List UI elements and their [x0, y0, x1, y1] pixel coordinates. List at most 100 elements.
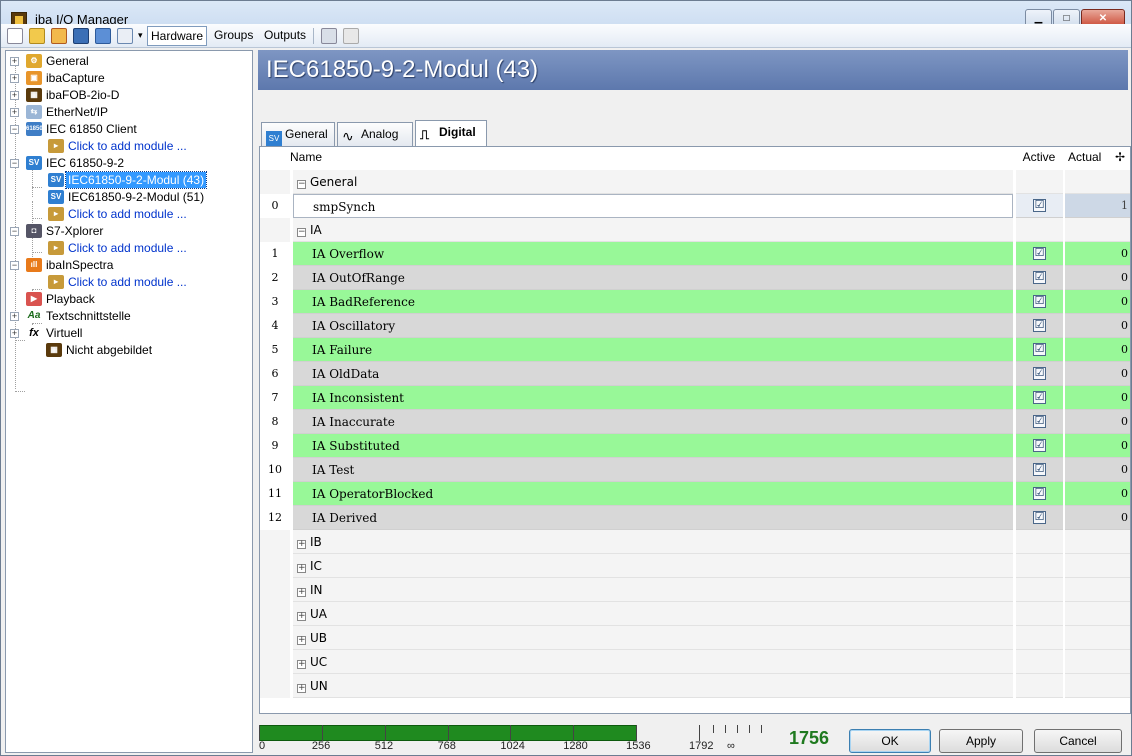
tab-general[interactable]: SV General	[261, 122, 335, 147]
group-row-uc[interactable]: + UC	[260, 650, 1130, 674]
active-cell[interactable]: ☑	[1016, 506, 1063, 530]
active-checkbox[interactable]: ☑	[1033, 487, 1046, 500]
active-cell[interactable]: ☑	[1016, 410, 1063, 434]
copy-icon[interactable]	[321, 28, 337, 44]
expand-icon[interactable]: +	[10, 57, 19, 66]
expand-icon[interactable]: +	[10, 108, 19, 117]
expand-icon[interactable]: +	[10, 91, 19, 100]
collapse-icon[interactable]: −	[297, 180, 306, 189]
tree-item-ethernetip[interactable]: + ⇆ EtherNet/IP	[10, 104, 250, 121]
active-checkbox[interactable]: ☑	[1033, 439, 1046, 452]
signal-name-cell[interactable]: IA Overflow	[293, 242, 1013, 266]
signal-name-cell[interactable]: IA Failure	[293, 338, 1013, 362]
tree-item-modul-51[interactable]: SV IEC61850-9-2-Modul (51)	[10, 189, 250, 206]
expand-icon[interactable]: +	[297, 636, 306, 645]
table-row[interactable]: 11 IA OperatorBlocked ☑ 0	[260, 482, 1130, 506]
table-row[interactable]: 7 IA Inconsistent ☑ 0	[260, 386, 1130, 410]
group-row-ub[interactable]: + UB	[260, 626, 1130, 650]
active-cell[interactable]: ☑	[1016, 362, 1063, 386]
outputs-button[interactable]: Outputs	[261, 26, 309, 46]
tree-item-textschnittstelle[interactable]: + Aa Textschnittstelle	[10, 308, 250, 325]
table-row[interactable]: 3 IA BadReference ☑ 0	[260, 290, 1130, 314]
table-row[interactable]: 4 IA Oscillatory ☑ 0	[260, 314, 1130, 338]
tree-item-add-module[interactable]: ▸ Click to add module ...	[10, 138, 250, 155]
active-checkbox[interactable]: ☑	[1033, 319, 1046, 332]
active-cell[interactable]: ☑	[1016, 338, 1063, 362]
tree-item-iec61850-client[interactable]: − 61850 IEC 61850 Client	[10, 121, 250, 138]
table-row[interactable]: 8 IA Inaccurate ☑ 0	[260, 410, 1130, 434]
column-header-actual[interactable]: Actual	[1068, 147, 1108, 168]
signal-name-cell[interactable]: IA OldData	[293, 362, 1013, 386]
hardware-button[interactable]: Hardware	[147, 26, 208, 46]
apply-button[interactable]: Apply	[939, 729, 1023, 753]
table-row[interactable]: 6 IA OldData ☑ 0	[260, 362, 1130, 386]
table-row[interactable]: 9 IA Substituted ☑ 0	[260, 434, 1130, 458]
expand-icon[interactable]: +	[10, 312, 19, 321]
active-cell[interactable]: ☑	[1016, 458, 1063, 482]
active-checkbox[interactable]: ☑	[1033, 271, 1046, 284]
active-checkbox[interactable]: ☑	[1033, 199, 1046, 212]
active-checkbox[interactable]: ☑	[1033, 511, 1046, 524]
tab-digital[interactable]: ⎍ Digital	[415, 120, 487, 146]
active-cell[interactable]: ☑	[1016, 242, 1063, 266]
active-cell[interactable]: ☑	[1016, 386, 1063, 410]
group-row-ib[interactable]: + IB	[260, 530, 1130, 554]
column-header-active[interactable]: Active	[1017, 147, 1061, 168]
open-recent-icon[interactable]	[51, 28, 67, 44]
signal-name-cell[interactable]: IA Inaccurate	[293, 410, 1013, 434]
expand-icon[interactable]: +	[297, 564, 306, 573]
expand-icon[interactable]: +	[10, 74, 19, 83]
expand-icon[interactable]: +	[10, 329, 19, 338]
cancel-button[interactable]: Cancel	[1034, 729, 1122, 753]
group-row-un[interactable]: + UN	[260, 674, 1130, 698]
expand-icon[interactable]: +	[297, 684, 306, 693]
collapse-icon[interactable]: −	[10, 227, 19, 236]
active-checkbox[interactable]: ☑	[1033, 367, 1046, 380]
group-row-ic[interactable]: + IC	[260, 554, 1130, 578]
collapse-icon[interactable]: −	[297, 228, 306, 237]
new-file-icon[interactable]	[7, 28, 23, 44]
table-row[interactable]: 12 IA Derived ☑ 0	[260, 506, 1130, 530]
group-row-in[interactable]: + IN	[260, 578, 1130, 602]
tree-item-add-module[interactable]: ▸ Click to add module ...	[10, 240, 250, 257]
tree-item-add-module[interactable]: ▸ Click to add module ...	[10, 274, 250, 291]
signal-name-cell[interactable]: IA Test	[293, 458, 1013, 482]
pin-icon[interactable]: ✢	[1113, 147, 1127, 168]
paste-icon[interactable]	[343, 28, 359, 44]
active-checkbox[interactable]: ☑	[1033, 391, 1046, 404]
expand-icon[interactable]: +	[297, 588, 306, 597]
save-icon[interactable]	[73, 28, 89, 44]
export-icon[interactable]	[117, 28, 133, 44]
tree-item-nicht-abgebildet[interactable]: ▦ Nicht abgebildet	[10, 342, 250, 359]
active-checkbox[interactable]: ☑	[1033, 343, 1046, 356]
signal-name-cell[interactable]: IA BadReference	[293, 290, 1013, 314]
active-cell[interactable]: ☑	[1016, 482, 1063, 506]
tree-item-playback[interactable]: ▶ Playback	[10, 291, 250, 308]
tree-item-ibafob[interactable]: + ▦ ibaFOB-2io-D	[10, 87, 250, 104]
signal-name-cell[interactable]: IA Oscillatory	[293, 314, 1013, 338]
expand-icon[interactable]: +	[297, 540, 306, 549]
signal-name-cell[interactable]: IA OperatorBlocked	[293, 482, 1013, 506]
tree-item-modul-43[interactable]: SV IEC61850-9-2-Modul (43)	[10, 171, 250, 189]
group-row-general[interactable]: − General	[260, 170, 1130, 194]
signal-name-cell[interactable]: IA Inconsistent	[293, 386, 1013, 410]
active-cell[interactable]: ☑	[1016, 266, 1063, 290]
tree-item-ibainspectra[interactable]: − ıll ibaInSpectra	[10, 257, 250, 274]
groups-button[interactable]: Groups	[211, 26, 256, 46]
ok-button[interactable]: OK	[849, 729, 931, 753]
group-row-ua[interactable]: + UA	[260, 602, 1130, 626]
signal-name-cell[interactable]: IA Substituted	[293, 434, 1013, 458]
open-folder-icon[interactable]	[29, 28, 45, 44]
tree-item-virtuell[interactable]: + fx Virtuell	[10, 325, 250, 342]
active-cell[interactable]: ☑	[1016, 434, 1063, 458]
signal-name-cell[interactable]: IA Derived	[293, 506, 1013, 530]
tree-item-s7-xplorer[interactable]: − ◘ S7-Xplorer	[10, 223, 250, 240]
table-row[interactable]: 10 IA Test ☑ 0	[260, 458, 1130, 482]
active-cell[interactable]: ☑	[1016, 194, 1063, 218]
column-header-name[interactable]: Name	[290, 147, 1010, 168]
import-icon[interactable]	[95, 28, 111, 44]
active-checkbox[interactable]: ☑	[1033, 463, 1046, 476]
signal-name-cell[interactable]: IA OutOfRange	[293, 266, 1013, 290]
table-row[interactable]: 1 IA Overflow ☑ 0	[260, 242, 1130, 266]
collapse-icon[interactable]: −	[10, 261, 19, 270]
